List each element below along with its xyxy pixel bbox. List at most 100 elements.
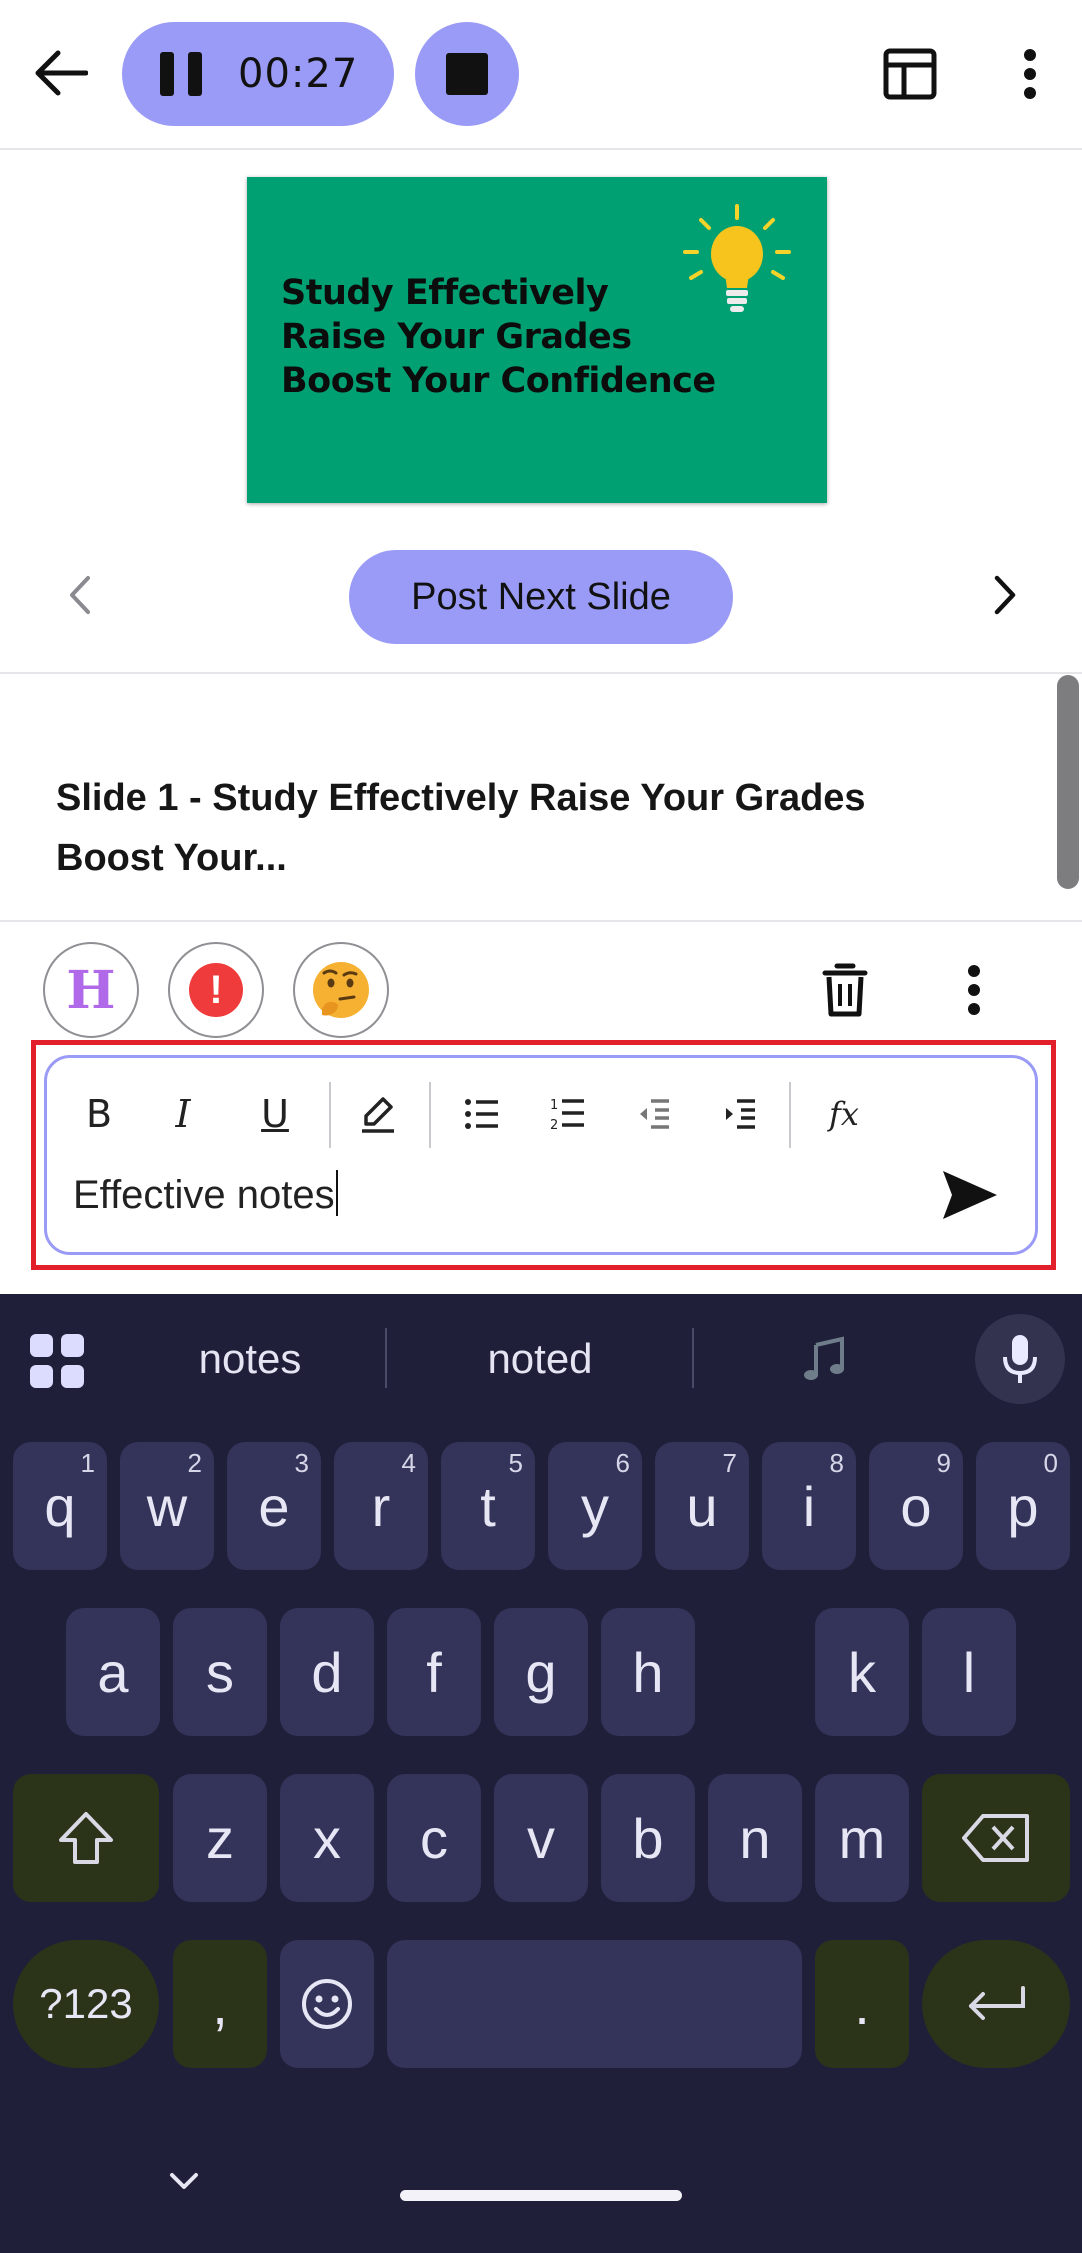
key-h[interactable]: h xyxy=(601,1608,695,1736)
key-t[interactable]: t5 xyxy=(441,1442,535,1570)
key-v[interactable]: v xyxy=(494,1774,588,1902)
suggestion-separator xyxy=(385,1328,387,1388)
suggestion-noted[interactable]: noted xyxy=(420,1324,660,1394)
bold-label: B xyxy=(85,1092,113,1136)
scrollbar-thumb[interactable] xyxy=(1057,675,1079,889)
post-next-slide-button[interactable]: Post Next Slide xyxy=(349,550,733,644)
more-vertical-icon xyxy=(968,965,980,1015)
key-hint: 6 xyxy=(615,1448,630,1478)
italic-button[interactable]: I xyxy=(161,1086,205,1142)
key-g[interactable]: g xyxy=(494,1608,588,1736)
key-b[interactable]: b xyxy=(601,1774,695,1902)
key-label: i xyxy=(802,1474,816,1538)
formula-icon: fx xyxy=(829,1095,859,1133)
thinking-reaction-button[interactable] xyxy=(293,942,389,1038)
slide-text: Study Effectively Raise Your Grades Boos… xyxy=(281,271,716,403)
key-a[interactable]: a xyxy=(66,1608,160,1736)
key-s[interactable]: s xyxy=(173,1608,267,1736)
stop-icon xyxy=(446,53,488,95)
space-key[interactable] xyxy=(387,1940,802,2068)
back-button[interactable] xyxy=(26,38,96,108)
key-p[interactable]: p0 xyxy=(976,1442,1070,1570)
backspace-key[interactable] xyxy=(922,1774,1070,1902)
arrow-left-icon xyxy=(35,50,88,96)
outdent-button[interactable] xyxy=(629,1086,679,1142)
grid-icon xyxy=(61,1365,84,1388)
symbols-key[interactable]: ?123 xyxy=(13,1940,159,2068)
recording-pause-button[interactable]: 00:27 xyxy=(122,22,394,126)
key-e[interactable]: e3 xyxy=(227,1442,321,1570)
suggestion-music[interactable] xyxy=(780,1324,880,1394)
key-z[interactable]: z xyxy=(173,1774,267,1902)
key-i[interactable]: i8 xyxy=(762,1442,856,1570)
key-x[interactable]: x xyxy=(280,1774,374,1902)
emoji-icon xyxy=(302,1979,352,2029)
send-button[interactable] xyxy=(935,1162,1005,1228)
key-hint: 9 xyxy=(936,1448,951,1478)
home-indicator[interactable] xyxy=(400,2190,682,2201)
key-w[interactable]: w2 xyxy=(120,1442,214,1570)
layout-button[interactable] xyxy=(878,42,942,106)
key-r[interactable]: r4 xyxy=(334,1442,428,1570)
more-vertical-icon xyxy=(1024,49,1036,99)
bold-button[interactable]: B xyxy=(77,1086,121,1142)
key-l[interactable]: l xyxy=(922,1608,1016,1736)
underline-button[interactable]: U xyxy=(253,1086,297,1142)
hide-keyboard-button[interactable] xyxy=(162,2159,206,2203)
stop-recording-button[interactable] xyxy=(415,22,519,126)
slide-preview[interactable]: Study Effectively Raise Your Grades Boos… xyxy=(247,177,827,503)
indent-button[interactable] xyxy=(715,1086,765,1142)
key-f[interactable]: f xyxy=(387,1608,481,1736)
key-c[interactable]: c xyxy=(387,1774,481,1902)
suggestion-notes[interactable]: notes xyxy=(130,1324,370,1394)
key-hint: 7 xyxy=(722,1448,737,1478)
highlighter-icon xyxy=(362,1097,394,1133)
toolbar-separator xyxy=(789,1082,791,1148)
numbered-list-button[interactable]: 1 2 xyxy=(543,1086,593,1142)
toolbar-separator xyxy=(329,1082,331,1148)
key-hint: 4 xyxy=(401,1448,416,1478)
key-k[interactable]: k xyxy=(815,1608,909,1736)
music-notes-icon xyxy=(804,1336,844,1380)
key-u[interactable]: u7 xyxy=(655,1442,749,1570)
emoji-key[interactable] xyxy=(280,1940,374,2068)
reaction-more-button[interactable] xyxy=(944,955,1004,1025)
key-hint: 3 xyxy=(294,1448,309,1478)
key-label: e xyxy=(258,1474,290,1538)
outdent-icon xyxy=(640,1099,669,1129)
key-label: r xyxy=(371,1474,391,1538)
key-q[interactable]: q1 xyxy=(13,1442,107,1570)
enter-key[interactable] xyxy=(922,1940,1070,2068)
important-reaction-button[interactable]: ! xyxy=(168,942,264,1038)
key-hint: 1 xyxy=(80,1448,95,1478)
key-y[interactable]: y6 xyxy=(548,1442,642,1570)
note-input[interactable]: Effective notes xyxy=(73,1170,338,1218)
chevron-down-icon xyxy=(170,2173,198,2189)
previous-slide-button[interactable] xyxy=(50,565,110,625)
note-editor[interactable]: B I U 1 2 fx Effective notes xyxy=(44,1055,1038,1255)
key-o[interactable]: o9 xyxy=(869,1442,963,1570)
chevron-right-icon xyxy=(994,575,1016,615)
key-d[interactable]: d xyxy=(280,1608,374,1736)
keyboard-apps-button[interactable] xyxy=(30,1334,86,1390)
more-options-button[interactable] xyxy=(1000,42,1060,106)
grid-icon xyxy=(61,1334,84,1357)
key-m[interactable]: m xyxy=(815,1774,909,1902)
voice-input-button[interactable] xyxy=(975,1314,1065,1404)
delete-button[interactable] xyxy=(810,955,880,1025)
highlight-reaction-button[interactable]: H xyxy=(43,942,139,1038)
period-key[interactable]: . xyxy=(815,1940,909,2068)
grid-icon xyxy=(30,1365,53,1388)
shift-key[interactable] xyxy=(13,1774,159,1902)
bullet-list-button[interactable] xyxy=(457,1086,507,1142)
key-hint: 5 xyxy=(508,1448,523,1478)
formula-button[interactable]: fx xyxy=(819,1086,869,1142)
note-input-text: Effective notes xyxy=(73,1173,335,1217)
comma-key[interactable]: , xyxy=(173,1940,267,2068)
scrollbar[interactable] xyxy=(1055,672,1079,922)
key-n[interactable]: n xyxy=(708,1774,802,1902)
key-label: y xyxy=(581,1474,609,1538)
highlight-button[interactable] xyxy=(353,1086,403,1142)
bullet-list-icon xyxy=(465,1099,498,1129)
next-slide-button[interactable] xyxy=(975,565,1035,625)
